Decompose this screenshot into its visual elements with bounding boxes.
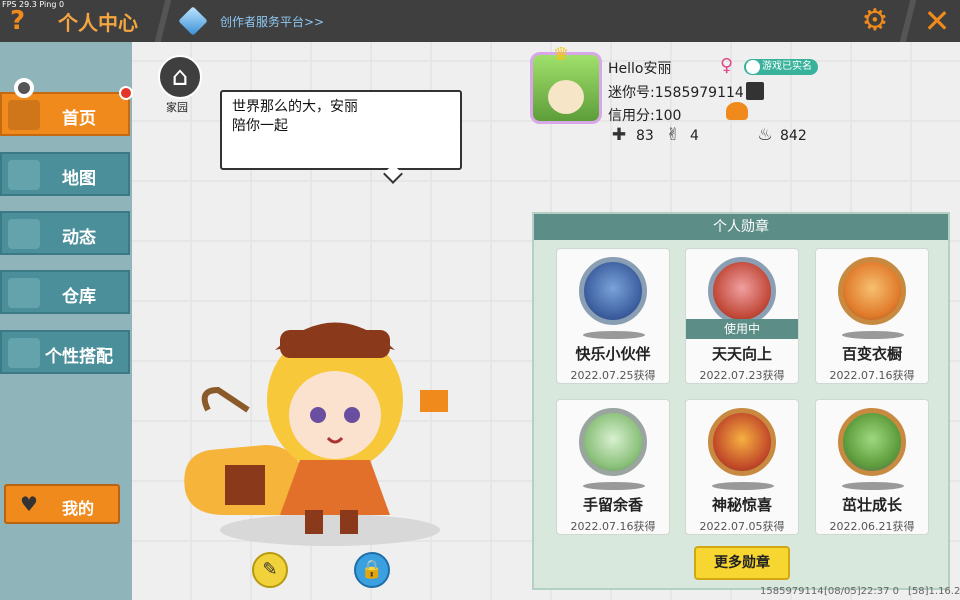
notification-dot-icon <box>119 86 133 100</box>
mine-label: 我的 <box>62 499 95 518</box>
sidebar-item-label: 动态 <box>62 228 96 248</box>
top-bar: FPS 29.3 Ping 0 ? 个人中心 创作者服务平台>> ⚙ ✕ <box>0 0 960 42</box>
medal-name: 百变衣橱 <box>841 345 902 363</box>
medal-card[interactable]: 茁壮成长 2022.06.21获得 <box>815 399 929 535</box>
cheer-icon: ✌ <box>665 125 681 145</box>
medal-date: 2022.06.21获得 <box>829 520 915 533</box>
flame-icon: ♨ <box>757 125 773 145</box>
verify-label: 游戏已实名 <box>762 61 812 72</box>
divider <box>154 0 172 42</box>
medal-date: 2022.07.23获得 <box>699 369 785 382</box>
sidebar-item-feed[interactable]: 动态 <box>0 211 130 255</box>
medal-card[interactable]: 手留余香 2022.07.16获得 <box>556 399 670 535</box>
medal-card[interactable]: 快乐小伙伴 2022.07.25获得 <box>556 248 670 384</box>
medal-badge-icon <box>708 408 776 476</box>
gear-icon[interactable]: ⚙ <box>858 4 892 38</box>
in-use-badge: 使用中 <box>686 319 798 339</box>
stat-value: 842 <box>780 128 807 144</box>
medal-name: 快乐小伙伴 <box>575 345 651 363</box>
medal-date: 2022.07.16获得 <box>570 520 656 533</box>
stat-value: 4 <box>690 128 699 144</box>
medal-shadow <box>842 482 904 490</box>
medal-card[interactable]: 神秘惊喜 2022.07.05获得 <box>685 399 799 535</box>
creator-platform-link[interactable]: 创作者服务平台>> <box>220 13 324 30</box>
female-icon: ♀ <box>720 55 734 76</box>
divider <box>899 0 917 42</box>
sidebar-item-map[interactable]: 地图 <box>0 152 130 196</box>
more-medals-button[interactable]: 更多勋章 <box>694 546 790 580</box>
page-title: 个人中心 <box>58 11 138 35</box>
medal-badge-icon <box>838 257 906 325</box>
medal-name: 茁壮成长 <box>841 496 902 514</box>
home-icon[interactable]: ⌂ <box>158 55 202 99</box>
friend-icon[interactable] <box>726 102 748 120</box>
credit-score: 信用分:100 <box>608 108 682 124</box>
player-character[interactable] <box>180 290 460 550</box>
footer-time: [08/05]22:37 0 <box>824 586 899 597</box>
nickname: Hello安丽 <box>608 61 672 77</box>
plus-icon: ✚ <box>611 125 627 145</box>
person-icon <box>746 60 760 74</box>
medal-shadow <box>583 331 645 339</box>
sidebar-item-label: 仓库 <box>62 287 96 307</box>
medal-card[interactable]: 使用中 天天向上 2022.07.23获得 <box>685 248 799 384</box>
sidebar-item-label: 首页 <box>62 109 96 129</box>
medal-name: 神秘惊喜 <box>711 496 772 514</box>
home-label: 家园 <box>166 101 188 114</box>
speech-bubble: 世界那么的大，安丽 陪你一起 <box>220 90 462 170</box>
edit-icon[interactable]: ✎ <box>252 552 288 588</box>
sidebar-item-label: 地图 <box>62 169 96 189</box>
medal-panel-title: 个人勋章 <box>534 214 948 240</box>
medal-badge-icon <box>838 408 906 476</box>
cube-icon[interactable] <box>178 6 208 36</box>
medal-shadow <box>712 482 774 490</box>
indicator-circle-icon <box>14 78 34 98</box>
bubble-line-1: 世界那么的大，安丽 <box>232 99 358 115</box>
medal-date: 2022.07.16获得 <box>829 369 915 382</box>
medal-card[interactable]: 百变衣橱 2022.07.16获得 <box>815 248 929 384</box>
close-button[interactable]: ✕ <box>918 2 956 40</box>
medal-name: 天天向上 <box>711 345 772 363</box>
medal-badge-icon <box>579 257 647 325</box>
medal-name: 手留余香 <box>582 496 643 514</box>
footer-uid: 1585979114 <box>760 586 824 597</box>
mini-id: 迷你号:1585979114 <box>608 85 744 101</box>
sidebar-item-outfit[interactable]: 个性搭配 <box>0 330 130 374</box>
medal-badge-icon <box>708 257 776 325</box>
medal-date: 2022.07.05获得 <box>699 520 785 533</box>
medal-badge-icon <box>579 408 647 476</box>
heart-icon: ♥ <box>20 492 38 516</box>
sidebar-item-label: 个性搭配 <box>45 347 113 367</box>
medal-shadow <box>842 331 904 339</box>
crown-icon: ♛ <box>553 44 570 65</box>
sidebar-item-warehouse[interactable]: 仓库 <box>0 270 130 314</box>
lock-icon[interactable]: 🔒 <box>354 552 390 588</box>
stat-value: 83 <box>636 128 654 144</box>
medal-shadow <box>583 482 645 490</box>
help-button[interactable]: ? <box>10 6 25 36</box>
footer-version: [58]1.16.2 <box>908 586 960 597</box>
sidebar-item-home[interactable]: 首页 <box>0 92 130 136</box>
bubble-line-2: 陪你一起 <box>232 118 288 134</box>
verify-badge: 游戏已实名 <box>744 59 818 75</box>
copy-icon[interactable] <box>746 82 764 100</box>
mine-button[interactable]: ♥ 我的 <box>4 484 120 524</box>
avatar-face <box>548 80 584 114</box>
medal-date: 2022.07.25获得 <box>570 369 656 382</box>
